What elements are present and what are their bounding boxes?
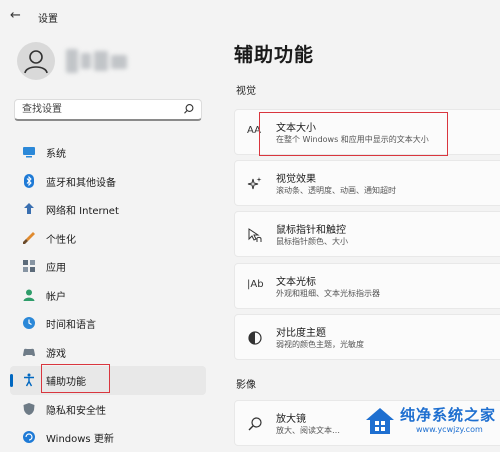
- card-mouse-pointer[interactable]: 鼠标指针和触控 鼠标指针颜色、大小: [234, 211, 500, 257]
- active-indicator: [10, 374, 13, 387]
- sidebar-item-label: 网络和 Internet: [46, 206, 119, 217]
- sparkle-icon: [247, 177, 262, 190]
- section-heading-imaging: 影像: [236, 380, 256, 391]
- card-subtitle: 外观和粗细、文本光标指示器: [276, 289, 380, 298]
- sidebar-nav: 系统 蓝牙和其他设备 网络和 Internet 个性化 应用 帐户 时间和语言 …: [10, 138, 206, 452]
- watermark-text: 纯净系统之家: [400, 406, 497, 424]
- gamepad-icon: [23, 348, 35, 356]
- update-icon: [23, 431, 35, 443]
- text-cursor-icon: |Ab: [247, 279, 264, 290]
- sidebar-item-label: 游戏: [46, 348, 66, 360]
- magnifier-icon: [248, 417, 262, 431]
- sidebar-item-label: 系统: [46, 149, 66, 160]
- card-title: 对比度主题: [276, 328, 326, 339]
- title-bar: ← 设置: [0, 0, 500, 32]
- card-visual-effects[interactable]: 视觉效果 滚动条、透明度、动画、通知超时: [234, 160, 500, 206]
- back-button[interactable]: ←: [10, 8, 21, 23]
- sidebar-item-label: 时间和语言: [46, 320, 96, 331]
- bluetooth-icon: [24, 173, 34, 188]
- search-box[interactable]: [14, 99, 202, 121]
- card-subtitle: 弱视的颜色主题，光敏度: [276, 340, 364, 349]
- highlight-box-text-size: [259, 112, 448, 156]
- sidebar-item-system[interactable]: 系统: [10, 138, 206, 167]
- sidebar-item-accounts[interactable]: 帐户: [10, 281, 206, 310]
- brush-icon: [23, 231, 35, 244]
- pointer-icon: [248, 228, 262, 242]
- watermark-logo-icon: [366, 408, 394, 434]
- sidebar-item-label: 隐私和安全性: [46, 405, 106, 417]
- sidebar-item-bluetooth[interactable]: 蓝牙和其他设备: [10, 167, 206, 196]
- card-title: 放大镜: [276, 414, 306, 425]
- highlight-box-accessibility: [41, 364, 110, 393]
- monitor-icon: [23, 147, 35, 158]
- user-icon: [24, 50, 48, 74]
- sidebar-item-label: 个性化: [46, 234, 76, 246]
- sidebar-item-time-language[interactable]: 时间和语言: [10, 309, 206, 338]
- shield-icon: [23, 402, 35, 415]
- card-title: 鼠标指针和触控: [276, 225, 346, 236]
- sidebar-item-apps[interactable]: 应用: [10, 252, 206, 281]
- sidebar-item-windows-update[interactable]: Windows 更新: [10, 423, 206, 452]
- sidebar-item-privacy[interactable]: 隐私和安全性: [10, 395, 206, 424]
- account-icon: [23, 289, 35, 301]
- blurred-user-name: [66, 47, 130, 75]
- card-subtitle: 滚动条、透明度、动画、通知超时: [276, 186, 396, 195]
- card-title: 视觉效果: [276, 174, 316, 185]
- sidebar-item-personalization[interactable]: 个性化: [10, 224, 206, 253]
- sidebar-item-label: Windows 更新: [46, 434, 114, 445]
- card-subtitle: 鼠标指针颜色、大小: [276, 237, 348, 246]
- globe-clock-icon: [23, 317, 35, 329]
- card-text-cursor[interactable]: |Ab 文本光标 外观和粗细、文本光标指示器: [234, 263, 500, 309]
- avatar[interactable]: [17, 42, 55, 80]
- accessibility-icon: [24, 373, 34, 387]
- sidebar-item-label: 应用: [46, 263, 66, 274]
- card-title: 文本光标: [276, 277, 316, 288]
- page-title: 辅助功能: [234, 44, 315, 66]
- contrast-icon: [248, 331, 262, 345]
- sidebar-item-network[interactable]: 网络和 Internet: [10, 195, 206, 224]
- search-icon[interactable]: [183, 103, 195, 115]
- apps-icon: [23, 260, 35, 272]
- card-contrast-themes[interactable]: 对比度主题 弱视的颜色主题，光敏度: [234, 314, 500, 360]
- network-icon: [24, 203, 34, 214]
- sidebar-item-label: 帐户: [46, 291, 66, 303]
- section-heading-vision: 视觉: [236, 86, 256, 97]
- app-title: 设置: [38, 14, 58, 25]
- search-input[interactable]: [22, 102, 182, 116]
- watermark: 纯净系统之家 www.ycwjzy.com: [364, 402, 500, 440]
- card-subtitle: 放大、阅读文本…: [276, 426, 340, 435]
- sidebar-item-label: 蓝牙和其他设备: [46, 177, 116, 189]
- sidebar-item-gaming[interactable]: 游戏: [10, 338, 206, 367]
- watermark-url: www.ycwjzy.com: [416, 425, 483, 434]
